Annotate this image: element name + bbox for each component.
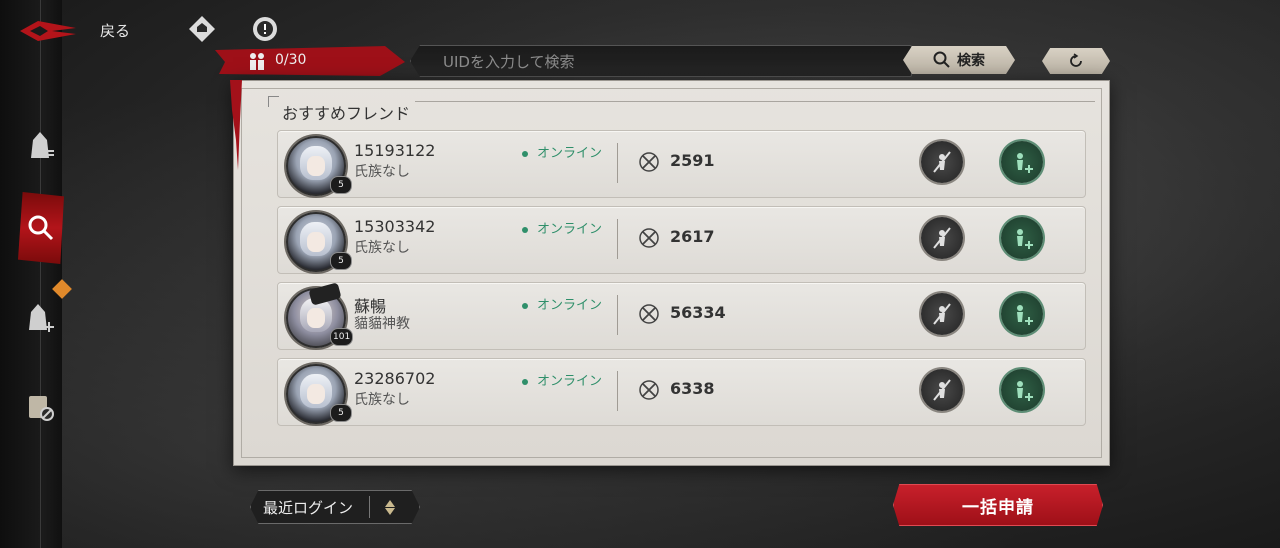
- row-divider: [617, 219, 618, 259]
- sort-dropdown[interactable]: 最近ログイン: [250, 490, 420, 524]
- level-badge: 5: [330, 404, 352, 422]
- search-bar: [410, 45, 912, 77]
- scroll-blocked-icon: [29, 396, 54, 421]
- level-badge: 5: [330, 176, 352, 194]
- sort-up-icon: [385, 499, 395, 507]
- avatar[interactable]: 5: [286, 364, 352, 424]
- alert-icon[interactable]: [251, 15, 279, 43]
- panel-title: おすすめフレンド: [282, 104, 411, 123]
- hooded-figure-list-icon: [31, 132, 54, 158]
- add-friend-button[interactable]: [1001, 369, 1043, 411]
- crossed-swords-icon: [639, 380, 659, 400]
- friend-capacity: 0/30: [275, 52, 307, 68]
- block-user-icon: [933, 379, 951, 401]
- avatar[interactable]: 5: [286, 136, 352, 196]
- block-button[interactable]: [921, 369, 963, 411]
- sidebar-item-friend-list[interactable]: [20, 122, 60, 168]
- hooded-figure-add-icon: [29, 304, 54, 332]
- search-button[interactable]: 検索: [903, 46, 1015, 74]
- block-user-icon: [933, 227, 951, 249]
- blood-splatter-decoration: [230, 80, 242, 170]
- magnifier-icon: [28, 215, 54, 241]
- left-sidebar: [0, 0, 62, 548]
- refresh-icon: [1070, 53, 1082, 67]
- crossed-swords-icon: [639, 228, 659, 248]
- friend-row: 5 15193122 氏族なし オンライン 2591: [277, 130, 1086, 198]
- refresh-button[interactable]: [1042, 48, 1110, 74]
- avatar[interactable]: 5: [286, 212, 352, 272]
- row-divider: [617, 143, 618, 183]
- block-user-icon: [933, 151, 951, 173]
- title-rule: [415, 101, 1095, 102]
- crossed-swords-icon: [639, 152, 659, 172]
- friend-uid: 15303342: [354, 217, 436, 236]
- add-friend-button[interactable]: [1001, 293, 1043, 335]
- add-user-icon: [1017, 305, 1033, 325]
- home-icon[interactable]: [188, 15, 216, 43]
- sidebar-item-add-friend[interactable]: [20, 294, 60, 340]
- add-user-icon: [1017, 381, 1033, 401]
- block-button[interactable]: [921, 217, 963, 259]
- add-user-icon: [1017, 229, 1033, 249]
- sort-down-icon: [385, 507, 395, 515]
- block-user-icon: [933, 303, 951, 325]
- combat-power: 6338: [670, 379, 715, 398]
- friend-clan: 氏族なし: [354, 240, 410, 256]
- friend-uid: 23286702: [354, 369, 436, 388]
- search-icon: [933, 51, 950, 68]
- friend-row: 5 23286702 氏族なし オンライン 6338: [277, 358, 1086, 426]
- sidebar-divider: [40, 0, 41, 548]
- friend-clan: 貓貓神教: [354, 316, 410, 332]
- row-divider: [617, 371, 618, 411]
- capacity-banner: [215, 46, 405, 76]
- avatar[interactable]: 101: [286, 282, 354, 348]
- block-button[interactable]: [921, 141, 963, 183]
- combat-power: 2591: [670, 151, 715, 170]
- crossed-swords-icon: [639, 304, 659, 324]
- uid-search-input[interactable]: [441, 50, 905, 74]
- friend-uid: 15193122: [354, 141, 436, 160]
- sidebar-item-blocklist[interactable]: [20, 384, 60, 430]
- search-button-label: 検索: [957, 53, 985, 69]
- online-status: オンライン: [522, 218, 602, 237]
- sort-toggle[interactable]: [370, 499, 410, 515]
- apply-all-button[interactable]: 一括申請: [893, 484, 1103, 526]
- sidebar-item-search[interactable]: [18, 192, 64, 264]
- back-button[interactable]: 戻る: [100, 20, 130, 41]
- level-badge: 101: [330, 328, 354, 346]
- block-button[interactable]: [921, 293, 963, 335]
- add-user-icon: [1017, 153, 1033, 173]
- online-status: オンライン: [522, 370, 602, 389]
- friend-row: 5 15303342 氏族なし オンライン 2617: [277, 206, 1086, 274]
- combat-power: 2617: [670, 227, 715, 246]
- online-status: オンライン: [522, 142, 602, 161]
- online-status: オンライン: [522, 294, 602, 313]
- add-friend-button[interactable]: [1001, 141, 1043, 183]
- sort-label: 最近ログイン: [263, 498, 354, 517]
- friend-clan: 氏族なし: [354, 164, 410, 180]
- combat-power: 56334: [670, 303, 726, 322]
- title-corner-ornament: [268, 96, 279, 107]
- level-badge: 5: [330, 252, 352, 270]
- add-friend-button[interactable]: [1001, 217, 1043, 259]
- friend-clan: 氏族なし: [354, 392, 410, 408]
- game-logo-icon[interactable]: [18, 18, 78, 44]
- row-divider: [617, 295, 618, 335]
- friend-row: 101 蘇暢 貓貓神教 オンライン 56334: [277, 282, 1086, 350]
